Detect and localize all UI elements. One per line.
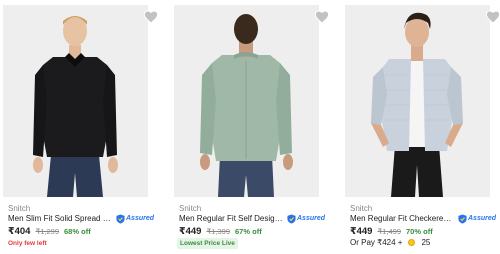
assured-shield-icon — [116, 214, 125, 223]
discount-percent: 68% off — [64, 227, 91, 236]
discount-percent: 67% off — [235, 227, 262, 236]
coin-count: 25 — [421, 238, 431, 247]
product-image[interactable] — [3, 5, 148, 197]
wishlist-button[interactable] — [314, 9, 330, 25]
product-title[interactable]: Men Regular Fit Checkered Butt... — [350, 214, 455, 223]
original-price: ₹1,299 — [35, 227, 60, 236]
product-brand: Snitch — [350, 204, 373, 213]
heart-icon — [314, 10, 330, 24]
assured-label: Assured — [126, 215, 155, 222]
product-brand: Snitch — [8, 204, 31, 213]
assured-label: Assured — [468, 215, 497, 222]
stock-note: Only few left — [8, 240, 47, 247]
or-pay-text: Or Pay ₹424 + — [350, 238, 403, 247]
product-image[interactable] — [345, 5, 490, 197]
selling-price: ₹404 — [8, 226, 31, 237]
selling-price: ₹449 — [350, 226, 373, 237]
assured-badge: Assured — [116, 214, 154, 224]
product-title[interactable]: Men Slim Fit Solid Spread Collar ... — [8, 214, 113, 223]
lowest-price-badge: Lowest Price Live — [177, 238, 238, 249]
supercoin-offer: Or Pay ₹424 + 25 — [350, 238, 430, 247]
product-card[interactable]: Snitch Men Slim Fit Solid Spread Collar … — [3, 0, 159, 254]
assured-shield-icon — [458, 214, 467, 223]
product-card[interactable]: Snitch Men Regular Fit Self Design Spr..… — [174, 0, 330, 254]
original-price: ₹1,499 — [377, 227, 402, 236]
product-image[interactable] — [174, 5, 319, 197]
product-title[interactable]: Men Regular Fit Self Design Spr... — [179, 214, 284, 223]
supercoin-icon — [408, 239, 416, 246]
assured-shield-icon — [287, 214, 296, 223]
assured-badge: Assured — [458, 214, 496, 224]
discount-percent: 70% off — [406, 227, 433, 236]
product-brand: Snitch — [179, 204, 202, 213]
original-price: ₹1,399 — [206, 227, 231, 236]
assured-label: Assured — [297, 215, 326, 222]
selling-price: ₹449 — [179, 226, 202, 237]
wishlist-button[interactable] — [143, 9, 159, 25]
heart-icon — [143, 10, 159, 24]
assured-badge: Assured — [287, 214, 325, 224]
wishlist-button[interactable] — [485, 9, 500, 25]
product-card[interactable]: Snitch Men Regular Fit Checkered Butt...… — [345, 0, 500, 254]
heart-icon — [485, 10, 500, 24]
